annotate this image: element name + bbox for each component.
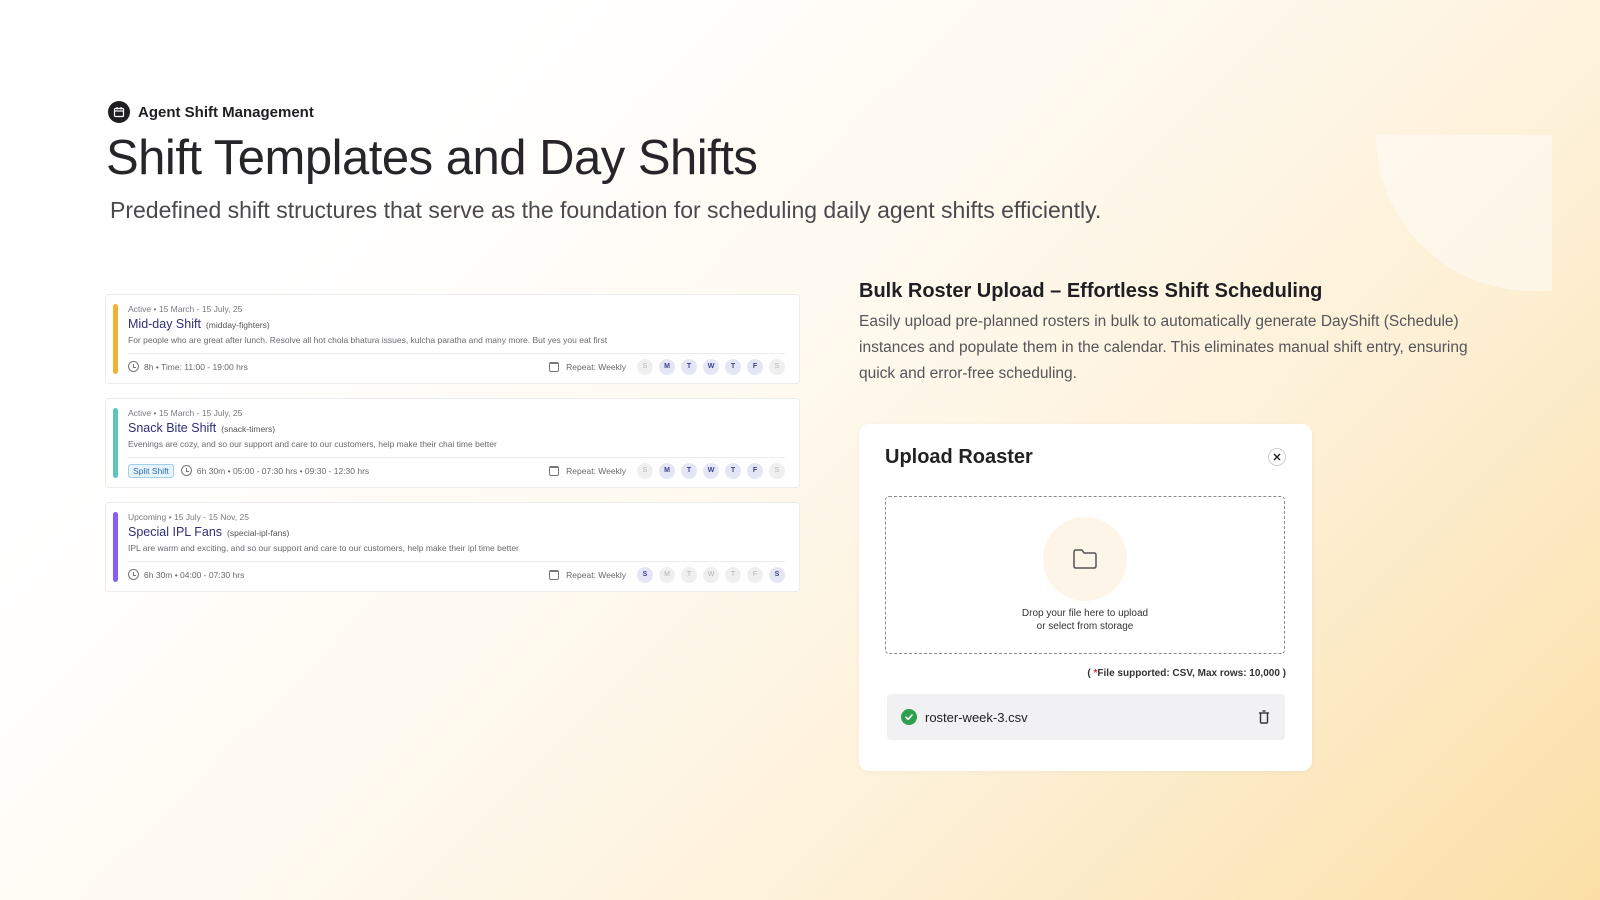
repeat-label: Repeat: Weekly: [566, 361, 626, 372]
day-chip: T: [725, 462, 741, 479]
shift-timing: 6h 30m • 05:00 - 07:30 hrs • 09:30 - 12:…: [196, 465, 370, 476]
day-chip: S: [637, 358, 653, 375]
day-chips: SMTWTFS: [637, 462, 785, 479]
dialog-title: Upload Roaster: [885, 446, 1033, 468]
day-chip: W: [703, 462, 719, 479]
bulk-upload-description: Easily upload pre-planned rosters in bul…: [859, 313, 1468, 382]
clock-icon: [128, 569, 139, 580]
calendar-icon: [549, 361, 560, 372]
shift-slug: (midday-fighters): [205, 320, 270, 330]
day-chip: W: [703, 566, 719, 583]
split-shift-badge: Split Shift: [128, 463, 174, 478]
shift-card[interactable]: Active • 15 March - 15 July, 25 Mid-day …: [105, 294, 800, 384]
day-chip: M: [659, 358, 675, 375]
file-note-text: File supported: CSV, Max rows: 10,000 ): [1097, 668, 1286, 679]
dropzone-line-1: Drop your file here to upload: [1021, 608, 1149, 619]
bulk-upload-heading: Bulk Roster Upload – Effortless Shift Sc…: [859, 280, 1323, 302]
decorative-shape: [1376, 135, 1552, 291]
day-chip: M: [659, 566, 675, 583]
day-chip: T: [681, 566, 697, 583]
bulk-upload-section: Bulk Roster Upload – Effortless Shift Sc…: [859, 280, 1509, 387]
day-chip: F: [747, 358, 763, 375]
day-chip: T: [681, 358, 697, 375]
shift-card[interactable]: Active • 15 March - 15 July, 25 Snack Bi…: [105, 398, 800, 488]
shift-accent-bar: [113, 408, 118, 478]
shift-timing: 6h 30m • 04:00 - 07:30 hrs: [144, 569, 245, 580]
day-chip: S: [637, 462, 653, 479]
shift-status: Active • 15 March - 15 July, 25: [128, 408, 243, 418]
day-chip: F: [747, 462, 763, 479]
day-chip: T: [725, 566, 741, 583]
trash-icon: [1259, 710, 1269, 724]
delete-file-button[interactable]: [1257, 709, 1271, 725]
clock-icon: [128, 361, 139, 372]
dropzone-text: Drop your file here to upload or select …: [1022, 607, 1148, 633]
folder-icon-wrapper: [1043, 517, 1127, 601]
clock-icon: [180, 465, 192, 476]
upload-roaster-dialog: Upload Roaster Drop your file here to up…: [859, 424, 1312, 771]
day-chip: M: [659, 462, 675, 479]
day-chip: T: [725, 358, 741, 375]
shift-description: IPL are warm and exciting, and so our su…: [128, 543, 519, 553]
check-circle-icon: [901, 709, 917, 725]
shift-accent-bar: [113, 512, 118, 582]
brand-label: Agent Shift Management: [138, 103, 314, 121]
shift-status: Upcoming • 15 July - 15 Nov, 25: [128, 512, 249, 522]
day-chip: S: [769, 566, 785, 583]
folder-icon: [1073, 549, 1097, 569]
repeat-label: Repeat: Weekly: [566, 569, 626, 580]
day-chip: W: [703, 358, 719, 375]
file-dropzone[interactable]: Drop your file here to upload or select …: [885, 496, 1285, 654]
brand: Agent Shift Management: [108, 101, 314, 123]
shift-name[interactable]: Snack Bite Shift: [128, 421, 216, 435]
file-support-note: ( *File supported: CSV, Max rows: 10,000…: [1087, 668, 1286, 679]
shift-description: For people who are great after lunch. Re…: [128, 335, 608, 345]
shift-timing: 8h • Time: 11:00 - 19:00 hrs: [144, 361, 248, 372]
shift-status: Active • 15 March - 15 July, 25: [128, 304, 243, 314]
calendar-icon: [549, 569, 560, 580]
day-chip: S: [769, 358, 785, 375]
uploaded-file-name: roster-week-3.csv: [925, 709, 1028, 725]
dropzone-line-2: or select from storage: [1036, 621, 1134, 632]
shift-slug: (snack-timers): [221, 424, 276, 434]
uploaded-file-row: roster-week-3.csv: [887, 694, 1285, 740]
close-button[interactable]: [1268, 448, 1286, 466]
day-chips: SMTWTFS: [637, 358, 785, 375]
day-chip: F: [747, 566, 763, 583]
calendar-icon: [108, 101, 130, 123]
calendar-icon: [549, 465, 560, 476]
day-chip: T: [681, 462, 697, 479]
day-chip: S: [769, 462, 785, 479]
shift-template-list: Active • 15 March - 15 July, 25 Mid-day …: [105, 294, 800, 606]
page-subtitle: Predefined shift structures that serve a…: [110, 197, 1102, 223]
page-title: Shift Templates and Day Shifts: [106, 131, 758, 185]
close-icon: [1273, 453, 1281, 461]
shift-accent-bar: [113, 304, 118, 374]
shift-name[interactable]: Special IPL Fans: [128, 525, 222, 539]
shift-description: Evenings are cozy, and so our support an…: [128, 439, 497, 449]
repeat-label: Repeat: Weekly: [566, 465, 626, 476]
shift-slug: (special-ipl-fans): [227, 528, 290, 538]
day-chips: SMTWTFS: [637, 566, 785, 583]
shift-card[interactable]: Upcoming • 15 July - 15 Nov, 25 Special …: [105, 502, 800, 592]
shift-name[interactable]: Mid-day Shift: [128, 317, 201, 331]
day-chip: S: [637, 566, 653, 583]
